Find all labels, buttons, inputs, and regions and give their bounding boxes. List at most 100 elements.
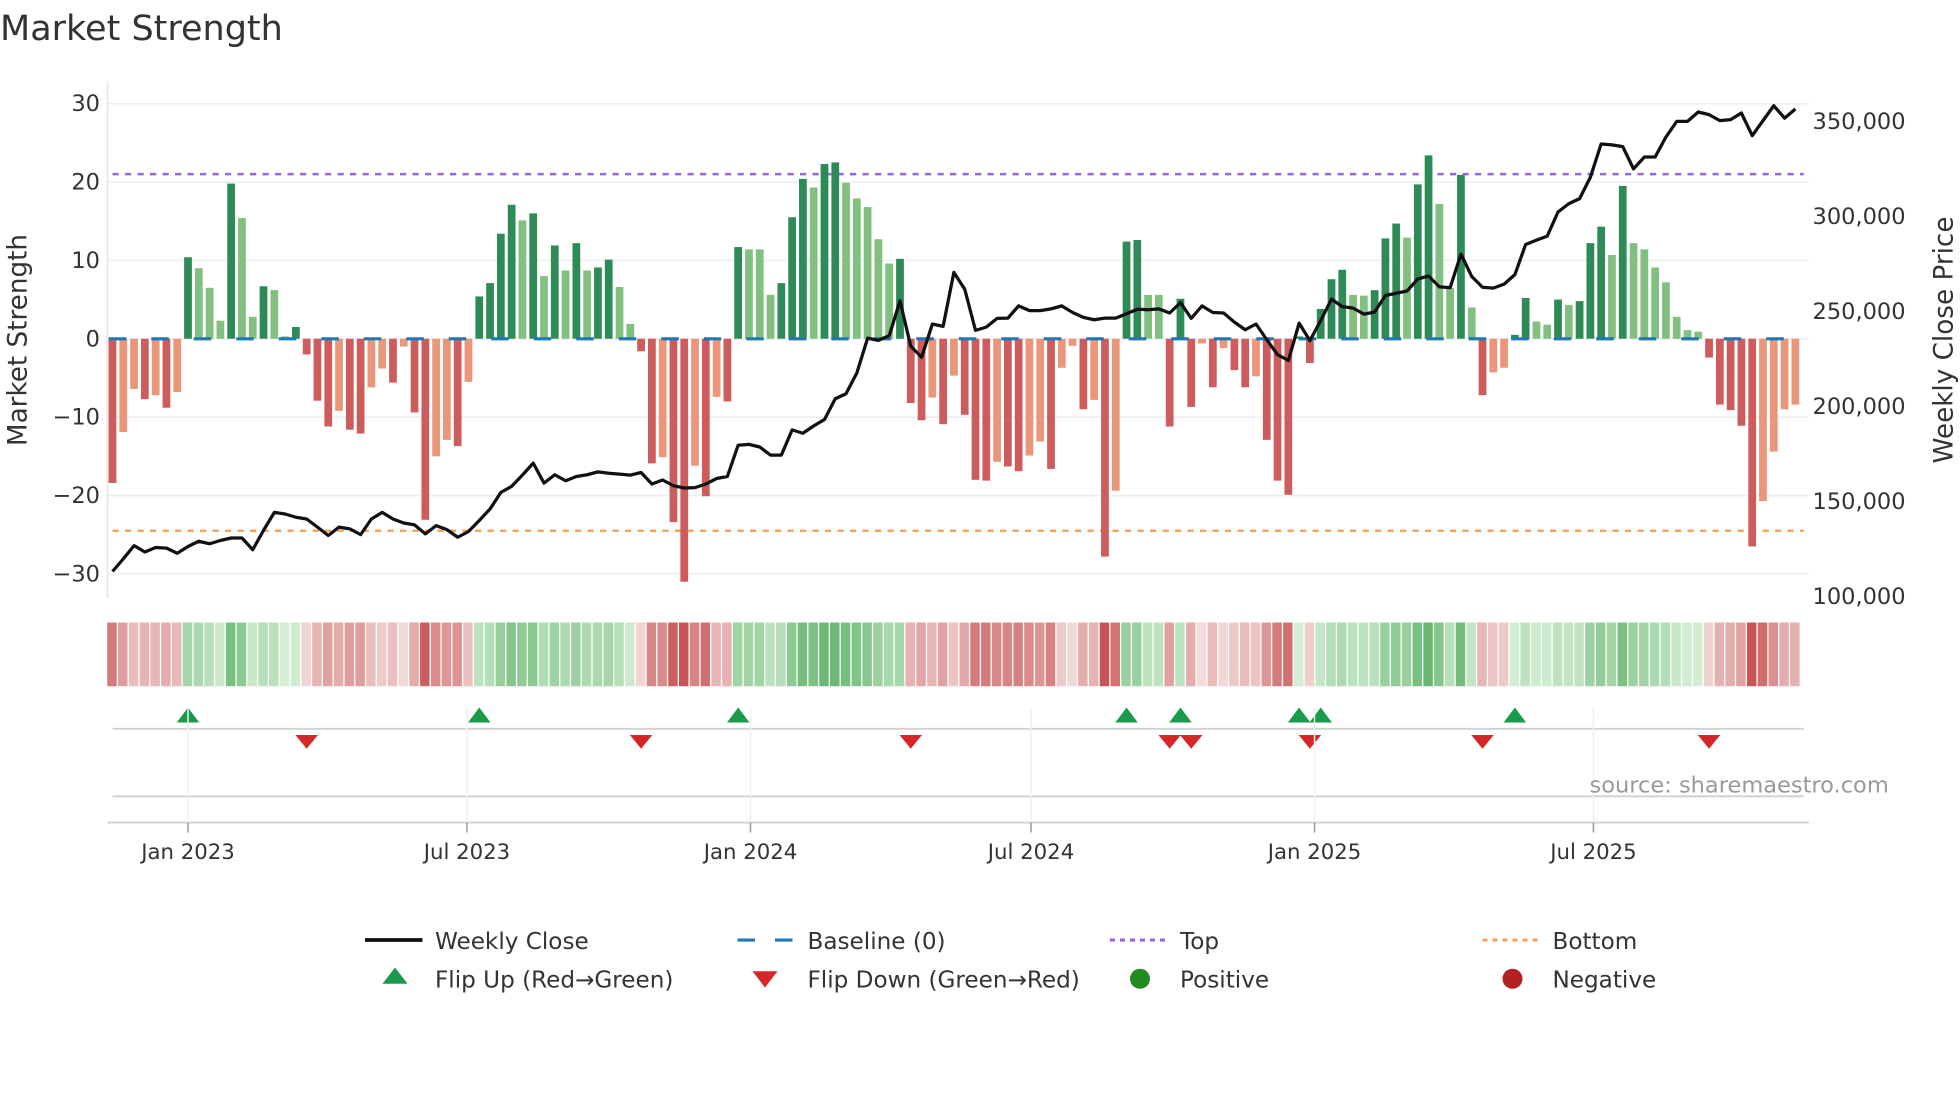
strength-bars <box>108 155 1800 582</box>
negative-bar <box>1748 338 1757 547</box>
strip-cell <box>1585 622 1595 687</box>
strip-cell <box>1293 622 1304 687</box>
strip-cell <box>786 622 797 687</box>
positive-bar <box>863 207 872 339</box>
strip-cell <box>646 622 657 687</box>
left-axis-label: Market Strength <box>3 234 33 446</box>
strip-cell <box>1563 622 1574 687</box>
strip-cell <box>1196 622 1207 687</box>
negative-bar <box>1489 338 1498 373</box>
triangle-down-icon <box>752 971 778 988</box>
strip-cell <box>668 622 678 687</box>
strip-cell <box>171 622 182 687</box>
negative-bar <box>389 338 397 383</box>
strength-heat-strip <box>107 622 1800 687</box>
right-tick-label: 250,000 <box>1813 299 1906 325</box>
positive-bar <box>475 296 484 339</box>
legend: Weekly Close Baseline (0) Top Bottom Flip Up… <box>365 929 1656 994</box>
negative-bar <box>1241 338 1250 388</box>
strip-cell <box>107 622 117 687</box>
positive-bar <box>292 326 300 339</box>
positive-bar <box>820 163 829 339</box>
left-axis-ticks: 30 20 10 0 −10 −20 −30 <box>53 91 100 587</box>
positive-bar <box>1413 184 1422 339</box>
positive-bar <box>745 249 753 339</box>
legend-label-negative: Negative <box>1553 968 1657 994</box>
negative-bar <box>648 338 656 464</box>
strip-cell <box>1045 622 1056 687</box>
positive-bar <box>1122 241 1131 339</box>
negative-bar <box>130 338 138 389</box>
positive-bar <box>1672 316 1681 339</box>
strip-cell <box>1110 622 1120 687</box>
right-tick-label: 100,000 <box>1813 584 1906 610</box>
flip-down-marker <box>629 735 653 749</box>
strip-cell <box>1229 622 1239 687</box>
strip-cell <box>700 622 711 687</box>
strip-cell <box>1121 622 1131 687</box>
negative-bar <box>1705 338 1713 358</box>
negative-bar <box>1036 338 1045 442</box>
strip-cell <box>225 622 236 687</box>
strip-cell <box>1660 622 1671 687</box>
strip-cell <box>150 622 160 687</box>
strip-cell <box>1056 622 1067 687</box>
strip-cell <box>1455 622 1466 687</box>
x-tick-label: Jan 2025 <box>1266 840 1362 865</box>
negative-bar <box>1025 338 1034 456</box>
positive-bar <box>1392 223 1401 339</box>
strip-cell <box>430 622 441 687</box>
strip-cell <box>1326 622 1336 687</box>
positive-bar <box>755 249 764 339</box>
strip-cell <box>1207 622 1218 687</box>
strip-cell <box>1628 622 1638 687</box>
positive-bar <box>809 187 818 339</box>
strip-cell <box>560 622 570 687</box>
negative-bar <box>313 338 322 401</box>
strip-cell <box>312 622 322 687</box>
strip-cell <box>1477 622 1487 687</box>
strip-cell <box>1595 622 1606 687</box>
positive-bar <box>1327 279 1336 339</box>
negative-bar <box>119 338 128 433</box>
strip-cell <box>1649 622 1660 687</box>
strip-cell <box>538 622 549 687</box>
positive-bar <box>1554 299 1562 339</box>
negative-bar <box>1230 338 1239 371</box>
negative-bar <box>140 338 149 400</box>
positive-bar <box>1586 243 1595 339</box>
positive-bar <box>248 316 257 339</box>
x-tick-label: Jan 2024 <box>702 840 798 865</box>
negative-bar <box>1284 338 1293 495</box>
negative-bar <box>1791 338 1800 405</box>
left-tick-label: 0 <box>86 326 100 352</box>
positive-bar <box>799 178 807 339</box>
negative-bar <box>302 338 311 355</box>
negative-bar <box>928 338 937 398</box>
strip-cell <box>1390 622 1401 687</box>
strip-cell <box>269 622 279 687</box>
positive-bar <box>529 213 538 339</box>
negative-bar <box>691 338 699 466</box>
strip-cell <box>366 622 376 687</box>
strip-cell <box>527 622 538 687</box>
market-strength-chart: Market Strength 30 20 10 0 −10 −20 −30 100,000… <box>0 9 1960 994</box>
strip-cell <box>948 622 959 687</box>
negative-bar <box>173 338 182 393</box>
strip-cell <box>571 622 581 687</box>
strip-cell <box>959 622 969 687</box>
right-tick-label: 350,000 <box>1813 109 1906 135</box>
negative-bar <box>1068 338 1077 346</box>
negative-bar <box>108 338 117 483</box>
right-axis-ticks: 100,000 150,000 200,000 250,000 300,000 350,0… <box>1813 109 1906 610</box>
left-tick-label: 20 <box>71 170 100 196</box>
positive-bar <box>1446 287 1455 339</box>
positive-bar <box>1349 294 1357 339</box>
positive-bar <box>1543 324 1552 339</box>
negative-bar <box>453 338 462 447</box>
positive-bar <box>1564 305 1573 339</box>
positive-bar <box>1575 301 1584 339</box>
x-tick-label: Jul 2025 <box>1548 840 1636 865</box>
positive-bar <box>852 198 861 339</box>
strip-cell <box>215 622 225 687</box>
